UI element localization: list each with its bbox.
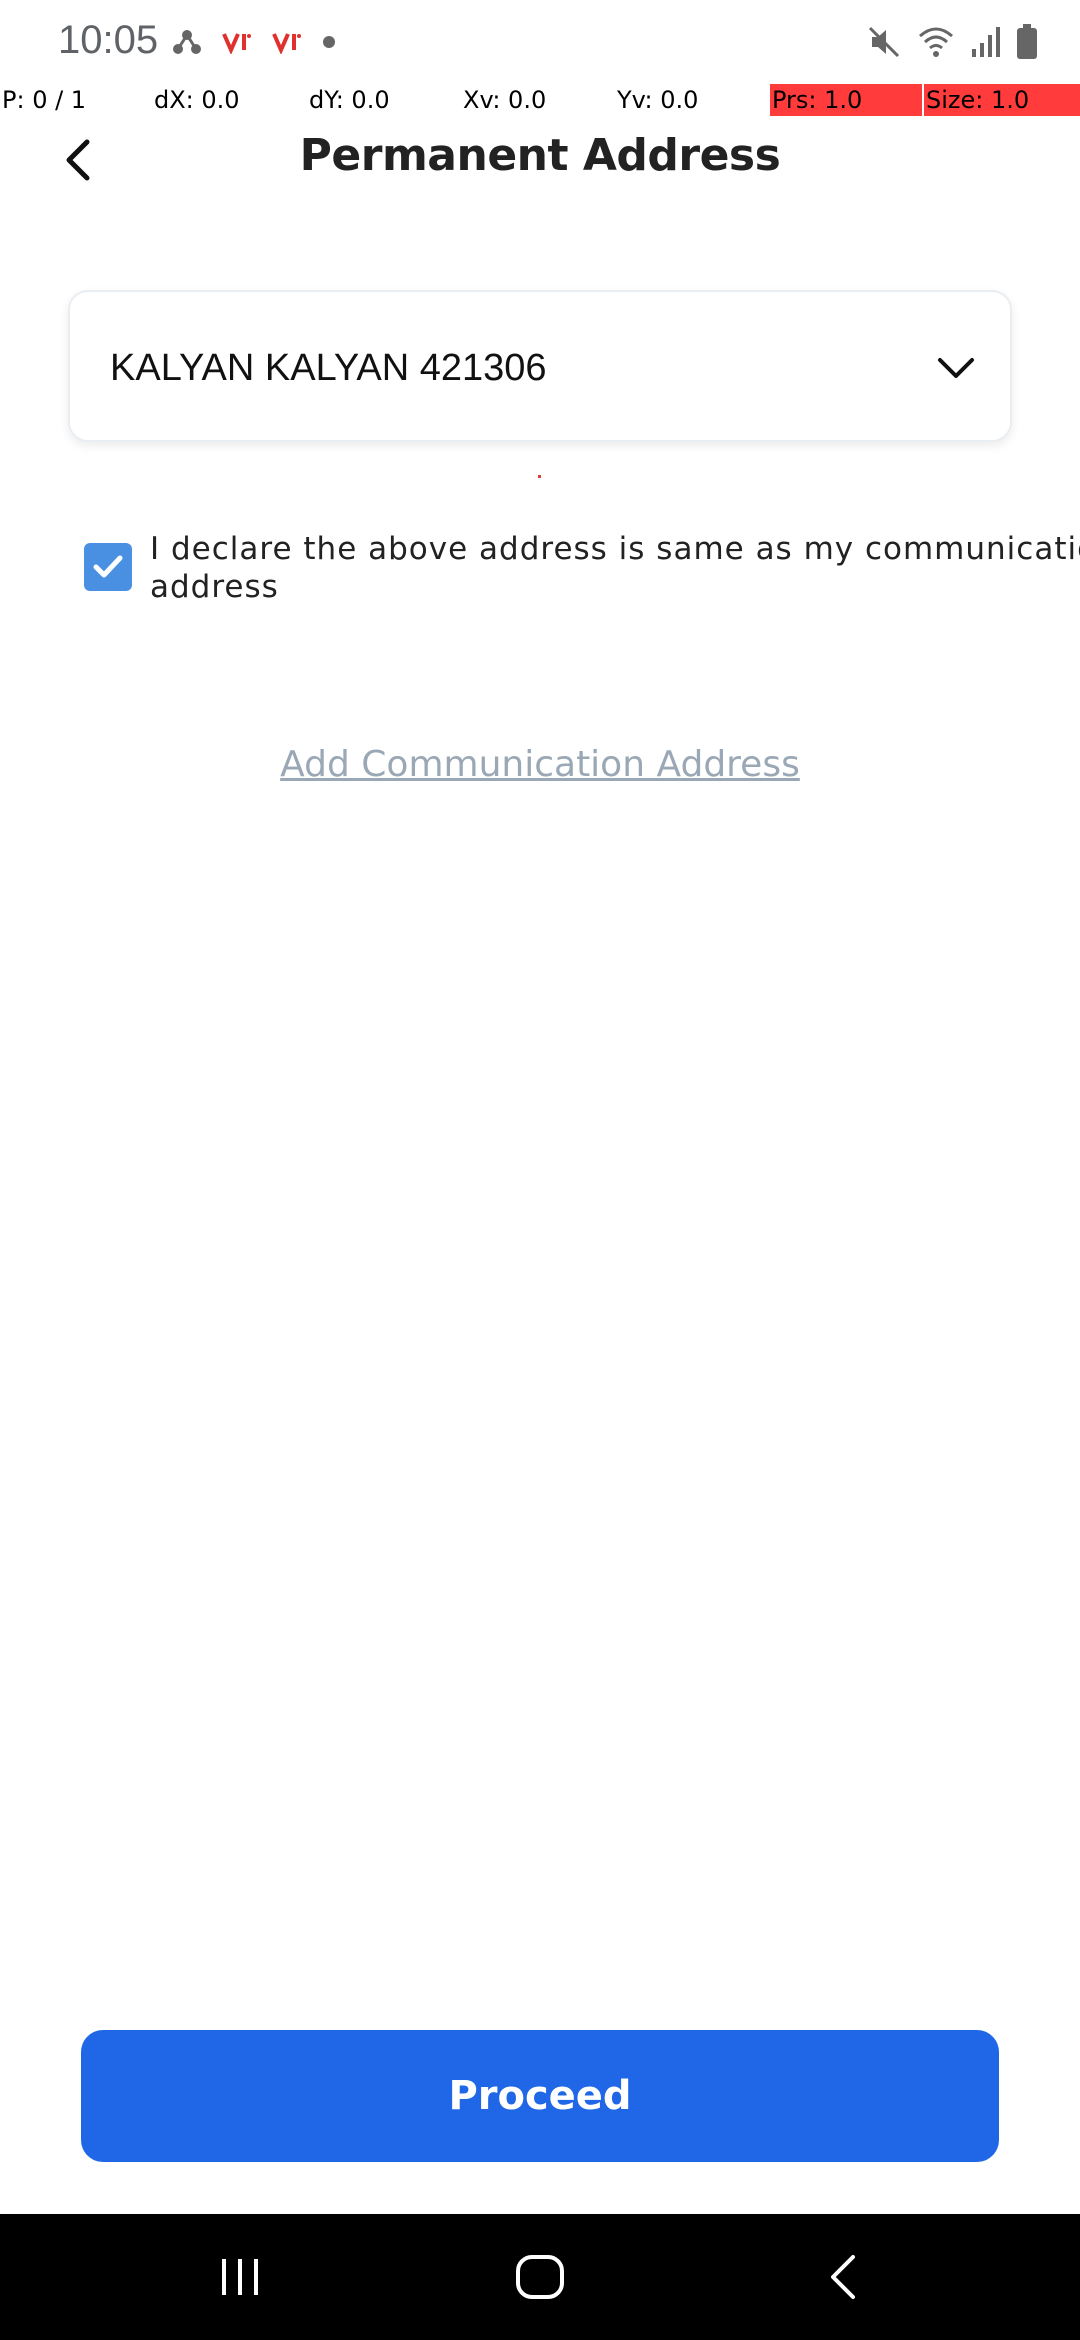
signal-icon (972, 27, 1000, 57)
mute-icon (868, 26, 900, 58)
pointer-location-overlay: P: 0 / 1 dX: 0.0 dY: 0.0 Xv: 0.0 Yv: 0.0… (0, 84, 1080, 116)
navigation-bar (0, 2214, 1080, 2340)
pointer-pressure: Prs: 1.0 (770, 84, 922, 116)
same-address-checkbox[interactable] (84, 543, 132, 591)
address-selected-value: KALYAN KALYAN 421306 (110, 347, 547, 389)
pointer-yv: Yv: 0.0 (617, 86, 699, 114)
permanent-address-dropdown[interactable]: KALYAN KALYAN 421306 (68, 290, 1012, 442)
battery-icon (1017, 24, 1037, 59)
error-indicator-dot (538, 475, 541, 478)
recent-apps-button[interactable] (160, 2214, 320, 2340)
pointer-dy: dY: 0.0 (309, 86, 390, 114)
back-icon (831, 2255, 855, 2299)
proceed-button[interactable]: Proceed (81, 2030, 999, 2162)
declaration-text: I declare the above address is same as m… (150, 530, 1080, 606)
declaration-line-2: address (150, 569, 279, 605)
wifi-icon (919, 27, 953, 57)
home-button[interactable] (460, 2214, 620, 2340)
notification-dot-icon (323, 36, 335, 48)
status-bar: 10:05 (0, 0, 1080, 84)
chevron-down-icon (938, 358, 974, 378)
checkmark-icon (93, 555, 123, 578)
network-share-icon (173, 30, 201, 54)
pointer-size: Size: 1.0 (924, 84, 1080, 116)
page-title: Permanent Address (299, 130, 781, 181)
pointer-count: P: 0 / 1 (2, 86, 87, 114)
status-right-icons (866, 22, 1038, 62)
home-icon (516, 2255, 564, 2299)
pointer-xv: Xv: 0.0 (463, 86, 547, 114)
vi-carrier-icon (272, 33, 301, 54)
system-back-button[interactable] (763, 2214, 923, 2340)
status-time: 10:05 (58, 18, 159, 62)
vi-carrier-icon (222, 33, 251, 54)
recent-apps-icon (222, 2259, 258, 2295)
add-communication-address-link[interactable]: Add Communication Address (0, 744, 1080, 785)
declaration-line-1: I declare the above address is same as m… (150, 531, 1080, 567)
status-left-icons (172, 24, 336, 60)
pointer-dx: dX: 0.0 (154, 86, 240, 114)
